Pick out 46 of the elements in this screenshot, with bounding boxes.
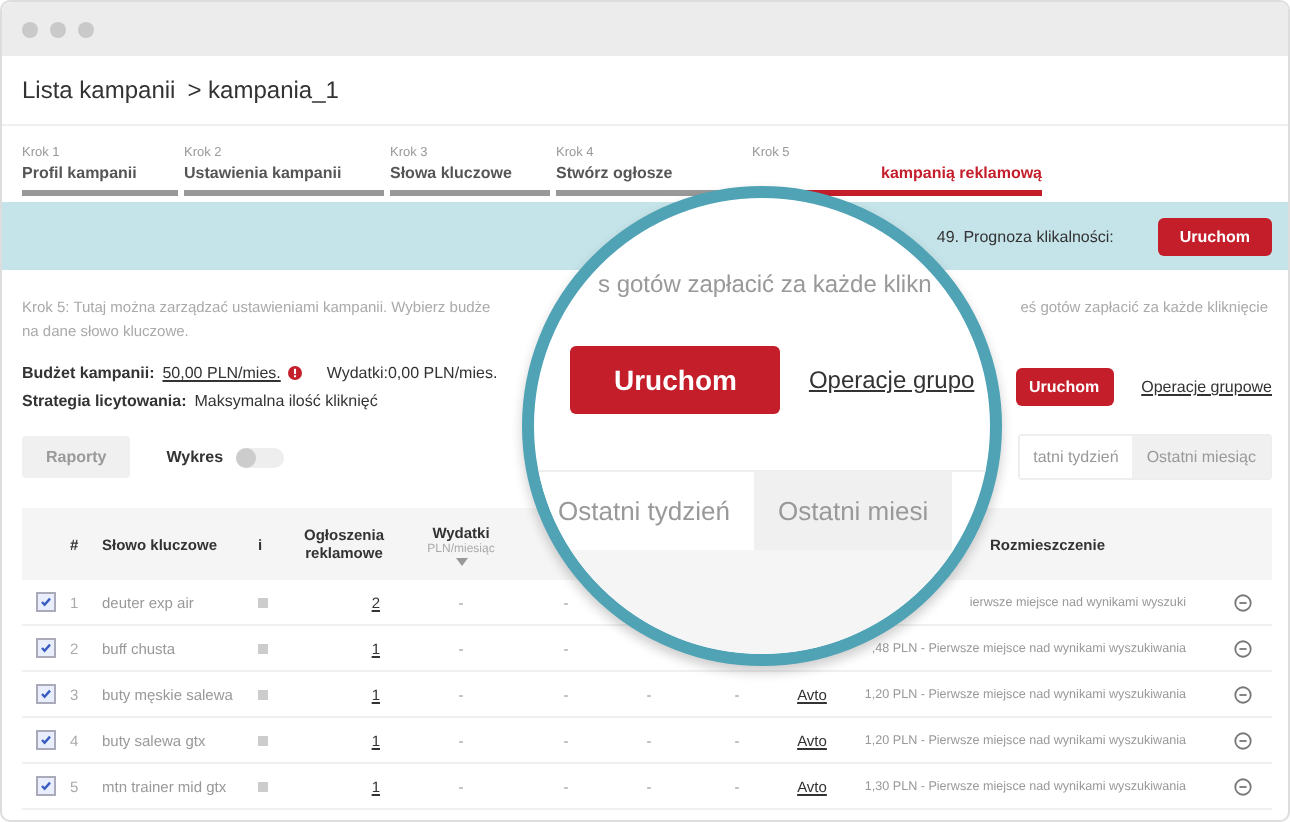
check-icon <box>40 734 52 746</box>
step-title[interactable]: kampanią reklamową <box>752 164 1042 182</box>
strategy-value: Maksymalna ilość kliknięć <box>194 392 378 410</box>
forecast-text: 49. Prognoza klikalności: <box>936 227 1114 245</box>
chart-toggle-label: Wykres <box>166 448 224 466</box>
row-checkbox[interactable] <box>36 684 56 704</box>
check-icon <box>40 642 52 654</box>
budget-value[interactable]: 50,00 PLN/mies. <box>162 364 281 382</box>
alert-icon <box>288 366 303 380</box>
run-button[interactable]: Uruchom <box>1015 368 1114 406</box>
row-checkbox[interactable] <box>36 592 56 612</box>
window-dot-icon <box>78 21 94 37</box>
magnified-description: s gotów zapłacić za każde klikn <box>598 270 932 298</box>
run-button[interactable]: Uruchom <box>570 346 781 414</box>
info-square-icon <box>258 597 268 607</box>
spend-text: Wydatki:0,00 PLN/mies. <box>326 364 498 382</box>
chart-toggle[interactable] <box>235 447 284 467</box>
info-square-icon <box>258 643 268 653</box>
window-dot-icon <box>50 21 66 37</box>
info-square-icon <box>258 735 268 745</box>
step-title[interactable]: Ustawienia kampanii <box>184 164 384 182</box>
step-title[interactable]: Stwórz ogłosze <box>556 164 746 182</box>
step-title[interactable]: Profil kampanii <box>22 164 178 182</box>
breadcrumb-current: > kampania_1 <box>187 76 339 104</box>
row-checkbox[interactable] <box>36 730 56 750</box>
strategy-label: Strategia licytowania: <box>22 392 187 410</box>
row-checkbox[interactable] <box>36 776 56 796</box>
remove-icon[interactable] <box>1234 639 1252 657</box>
info-square-icon <box>258 689 268 699</box>
budget-label: Budżet kampanii: <box>22 364 155 382</box>
check-icon <box>40 780 52 792</box>
row-checkbox[interactable] <box>36 638 56 658</box>
check-icon <box>40 688 52 700</box>
remove-icon[interactable] <box>1234 593 1252 611</box>
info-square-icon <box>258 781 268 791</box>
breadcrumb-link[interactable]: Lista kampanii <box>22 76 176 104</box>
window-dot-icon <box>22 21 38 37</box>
check-icon <box>40 596 52 608</box>
run-button[interactable]: Uruchom <box>1157 217 1272 255</box>
bulk-operations-link[interactable]: Operacje grupowe <box>1141 378 1272 396</box>
step-title[interactable]: Słowa kluczowe <box>390 164 550 182</box>
sort-caret-icon[interactable] <box>455 557 467 565</box>
remove-icon[interactable] <box>1234 685 1252 703</box>
remove-icon[interactable] <box>1234 777 1252 795</box>
bulk-operations-link[interactable]: Operacje grupo <box>808 366 975 394</box>
remove-icon[interactable] <box>1234 731 1252 749</box>
